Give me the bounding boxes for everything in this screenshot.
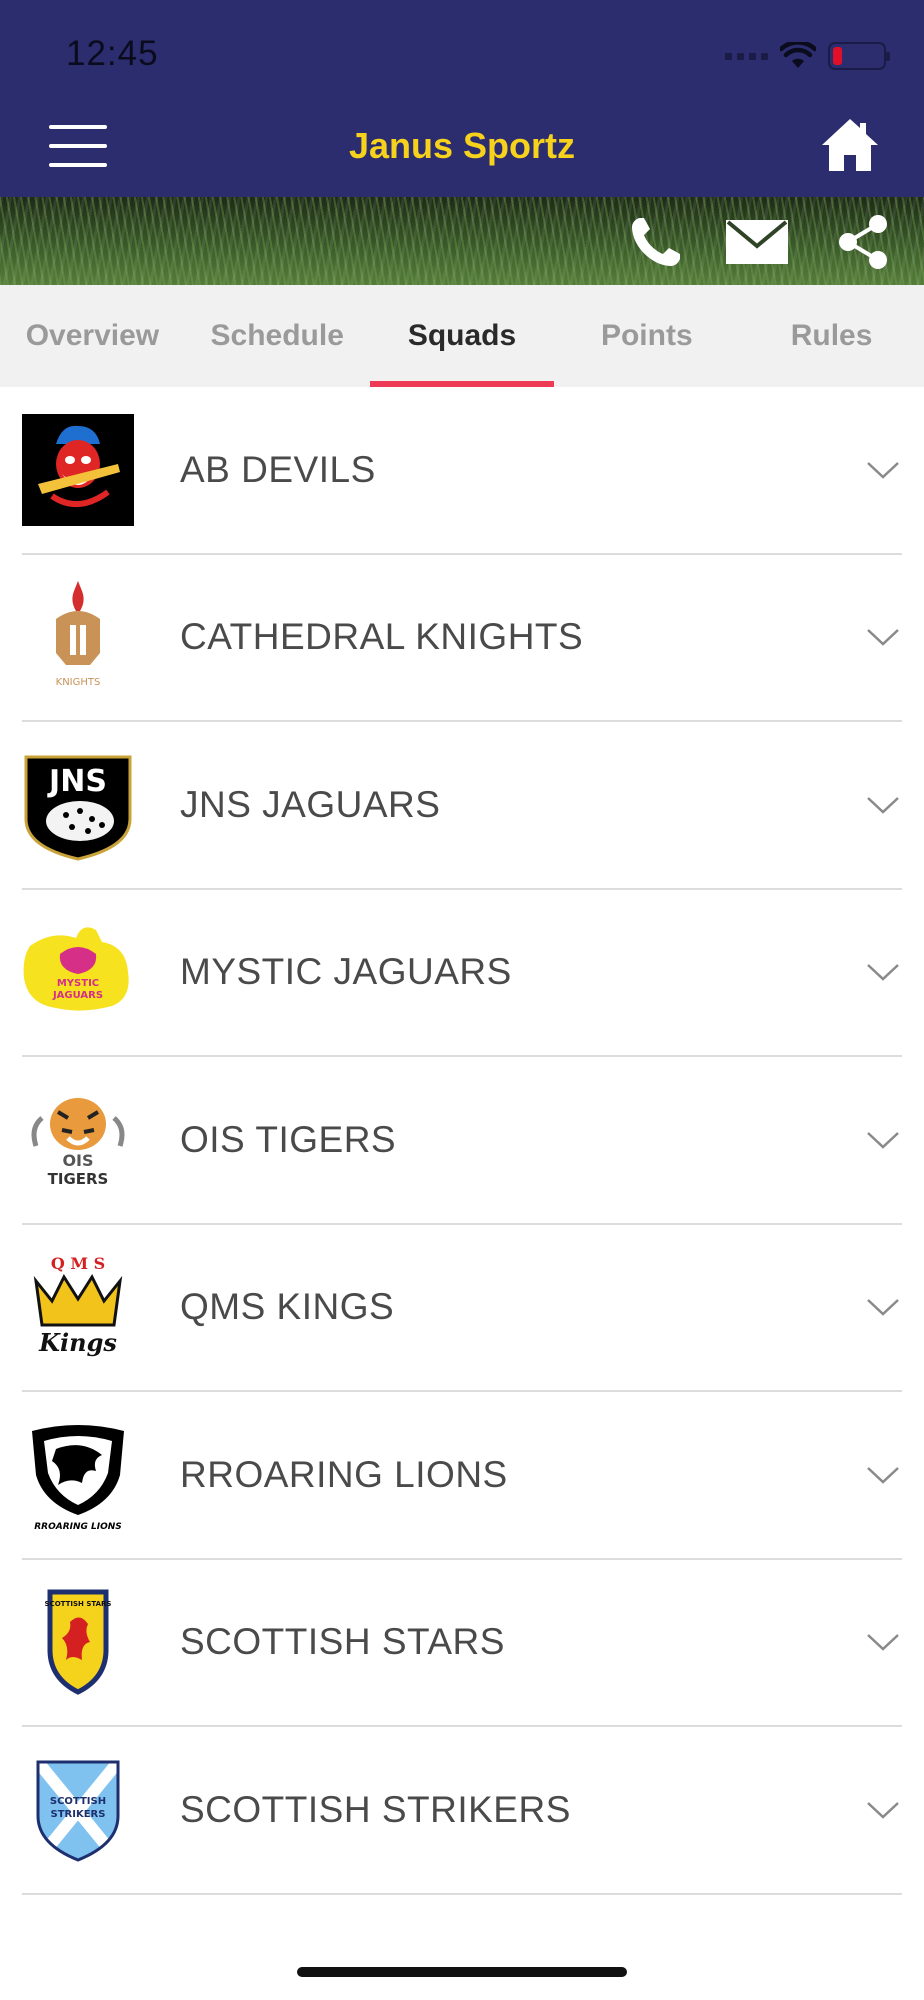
- phone-icon[interactable]: [628, 214, 684, 270]
- squad-row-ois-tigers[interactable]: OIS TIGERS OIS TIGERS: [22, 1057, 902, 1225]
- devil-logo-icon: [22, 413, 134, 526]
- wifi-icon: [780, 42, 816, 68]
- tiger-logo-icon: OIS TIGERS: [22, 1084, 134, 1196]
- crown-logo-icon: Q M S Kings: [22, 1251, 134, 1363]
- chevron-down-icon[interactable]: [866, 1130, 900, 1150]
- squad-row-cathedral-knights[interactable]: KNIGHTS CATHEDRAL KNIGHTS: [22, 555, 902, 722]
- chevron-down-icon[interactable]: [866, 1632, 900, 1652]
- chevron-down-icon[interactable]: [866, 460, 900, 480]
- cellular-signal-icon: [725, 52, 768, 60]
- squad-row-rroaring-lions[interactable]: RROARING LIONS RROARING LIONS: [22, 1392, 902, 1560]
- squad-row-scottish-strikers[interactable]: SCOTTISH STRIKERS SCOTTISH STRIKERS: [22, 1727, 902, 1895]
- squad-row-qms-kings[interactable]: Q M S Kings QMS KINGS: [22, 1225, 902, 1392]
- squad-row-jns-jaguars[interactable]: JNS JNS JAGUARS: [22, 722, 902, 890]
- home-icon[interactable]: [820, 117, 880, 173]
- logo-text: Q M S: [51, 1254, 105, 1273]
- lion-rampant-shield-logo-icon: SCOTTISH STARS: [22, 1586, 134, 1698]
- share-icon[interactable]: [836, 214, 890, 270]
- home-indicator[interactable]: [297, 1967, 627, 1977]
- chevron-down-icon[interactable]: [866, 795, 900, 815]
- tab-schedule[interactable]: Schedule: [185, 285, 370, 387]
- squad-name: CATHEDRAL KNIGHTS: [180, 616, 584, 658]
- logo-text: SCOTTISH STARS: [45, 1600, 112, 1608]
- squad-row-scottish-stars[interactable]: SCOTTISH STARS SCOTTISH STARS: [22, 1560, 902, 1727]
- logo-text: Kings: [38, 1328, 117, 1357]
- logo-text: MYSTIC: [57, 978, 99, 989]
- logo-text: JAGUARS: [52, 990, 103, 1001]
- chevron-down-icon[interactable]: [866, 1800, 900, 1820]
- tab-overview[interactable]: Overview: [0, 285, 185, 387]
- header-banner: [0, 197, 924, 285]
- logo-text: STRIKERS: [51, 1809, 106, 1820]
- logo-text: KNIGHTS: [56, 677, 101, 688]
- logo-text: OIS: [62, 1151, 93, 1170]
- chevron-down-icon[interactable]: [866, 1297, 900, 1317]
- squad-name: RROARING LIONS: [180, 1453, 508, 1495]
- knight-helmet-logo-icon: KNIGHTS: [22, 581, 134, 693]
- app-header: 12:45 Janus Sportz: [0, 0, 924, 197]
- chevron-down-icon[interactable]: [866, 627, 900, 647]
- squad-name: SCOTTISH STARS: [180, 1621, 505, 1663]
- lion-shield-logo-icon: RROARING LIONS: [22, 1419, 134, 1531]
- squad-row-ab-devils[interactable]: AB DEVILS: [22, 387, 902, 555]
- tab-bar: Overview Schedule Squads Points Rules: [0, 285, 924, 387]
- status-time: 12:45: [66, 34, 159, 73]
- mail-icon[interactable]: [724, 214, 790, 270]
- chevron-down-icon[interactable]: [866, 962, 900, 982]
- tab-squads[interactable]: Squads: [369, 285, 555, 387]
- battery-icon: [828, 42, 890, 70]
- squad-name: QMS KINGS: [180, 1286, 395, 1328]
- squad-name: SCOTTISH STRIKERS: [180, 1788, 571, 1830]
- status-icons: [725, 40, 890, 72]
- squad-name: JNS JAGUARS: [180, 783, 441, 825]
- mystic-jaguar-logo-icon: MYSTIC JAGUARS: [22, 916, 134, 1028]
- jaguar-shield-logo-icon: JNS: [22, 749, 134, 861]
- squad-name: OIS TIGERS: [180, 1118, 397, 1160]
- logo-text: JNS: [47, 764, 107, 799]
- logo-text: TIGERS: [48, 1170, 109, 1188]
- saltire-shield-logo-icon: SCOTTISH STRIKERS: [22, 1754, 134, 1866]
- squad-name: MYSTIC JAGUARS: [180, 951, 512, 993]
- tab-rules[interactable]: Rules: [739, 285, 924, 387]
- chevron-down-icon[interactable]: [866, 1465, 900, 1485]
- squad-list: AB DEVILS KNIGHTS CATHEDRAL KNIGHTS JNS: [22, 387, 902, 1895]
- logo-text: SCOTTISH: [50, 1796, 106, 1807]
- squad-row-mystic-jaguars[interactable]: MYSTIC JAGUARS MYSTIC JAGUARS: [22, 890, 902, 1057]
- app-title: Janus Sportz: [348, 125, 576, 166]
- squad-name: AB DEVILS: [180, 448, 376, 490]
- logo-text: RROARING LIONS: [34, 1522, 122, 1531]
- tab-points[interactable]: Points: [554, 285, 739, 387]
